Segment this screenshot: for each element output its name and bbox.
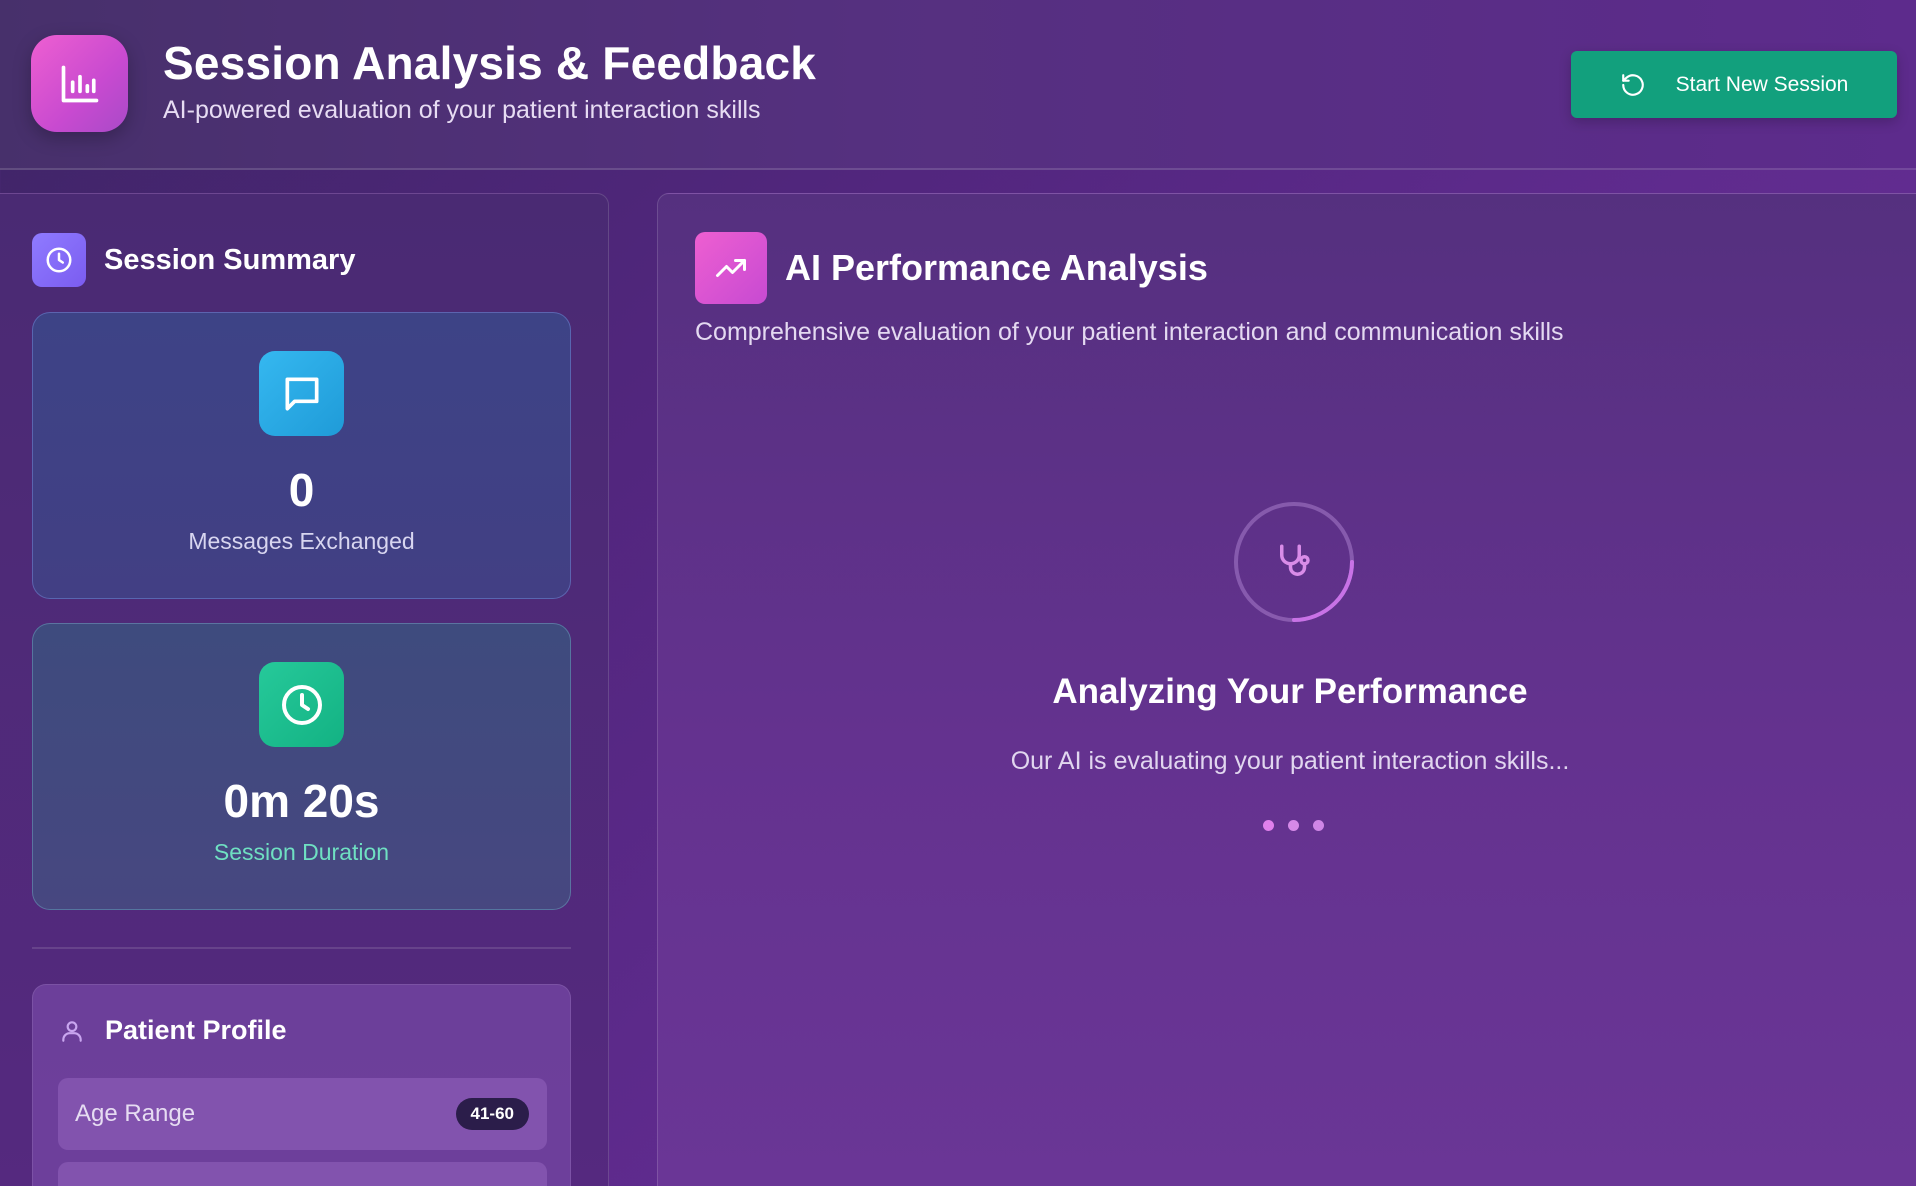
profile-row xyxy=(58,1162,547,1186)
profile-row-label: Age Range xyxy=(75,1100,196,1127)
performance-analysis-panel: AI Performance Analysis Comprehensive ev… xyxy=(657,193,1916,1186)
loading-dot xyxy=(1288,820,1299,831)
performance-analysis-subtitle: Comprehensive evaluation of your patient… xyxy=(695,318,1564,346)
messages-label: Messages Exchanged xyxy=(188,528,415,554)
refresh-icon xyxy=(1620,72,1646,98)
performance-analysis-title: AI Performance Analysis xyxy=(785,247,1208,288)
messages-count: 0 xyxy=(288,464,315,516)
loading-dot xyxy=(1263,820,1274,831)
loading-title: Analyzing Your Performance xyxy=(1052,672,1528,711)
start-new-session-button[interactable]: Start New Session xyxy=(1571,51,1897,118)
stethoscope-icon xyxy=(1280,544,1310,576)
page-subtitle: AI-powered evaluation of your patient in… xyxy=(163,96,761,124)
sidebar-divider xyxy=(32,947,571,949)
trending-up-icon xyxy=(695,232,767,304)
start-new-session-label: Start New Session xyxy=(1675,72,1849,96)
session-summary-title: Session Summary xyxy=(104,243,356,276)
loading-dots xyxy=(1263,820,1324,831)
messages-stat-card: 0 Messages Exchanged xyxy=(32,312,571,599)
duration-stat-card: 0m 20s Session Duration xyxy=(32,623,571,910)
page-title: Session Analysis & Feedback xyxy=(163,37,817,89)
patient-profile-header: Patient Profile xyxy=(59,1015,287,1046)
user-icon xyxy=(59,1018,85,1044)
page-header: Session Analysis & Feedback AI-powered e… xyxy=(0,0,1916,170)
session-summary-header: Session Summary xyxy=(32,232,355,288)
patient-profile-title: Patient Profile xyxy=(105,1015,287,1045)
loading-spinner xyxy=(1233,501,1355,623)
session-summary-panel: Session Summary 0 Messages Exchanged 0m … xyxy=(0,193,609,1186)
chat-bubble-icon xyxy=(259,351,344,436)
loading-message: Our AI is evaluating your patient intera… xyxy=(1010,747,1570,775)
profile-row-age-range: Age Range 41-60 xyxy=(58,1078,547,1150)
patient-profile-card: Patient Profile Age Range 41-60 xyxy=(32,984,571,1186)
loading-dot xyxy=(1313,820,1324,831)
performance-analysis-header: AI Performance Analysis xyxy=(695,232,1208,304)
bar-chart-icon xyxy=(31,35,128,132)
session-duration-value: 0m 20s xyxy=(223,775,380,827)
clock-icon xyxy=(32,233,86,287)
profile-row-badge: 41-60 xyxy=(455,1098,529,1130)
clock-icon xyxy=(259,662,344,747)
session-duration-label: Session Duration xyxy=(213,839,390,865)
